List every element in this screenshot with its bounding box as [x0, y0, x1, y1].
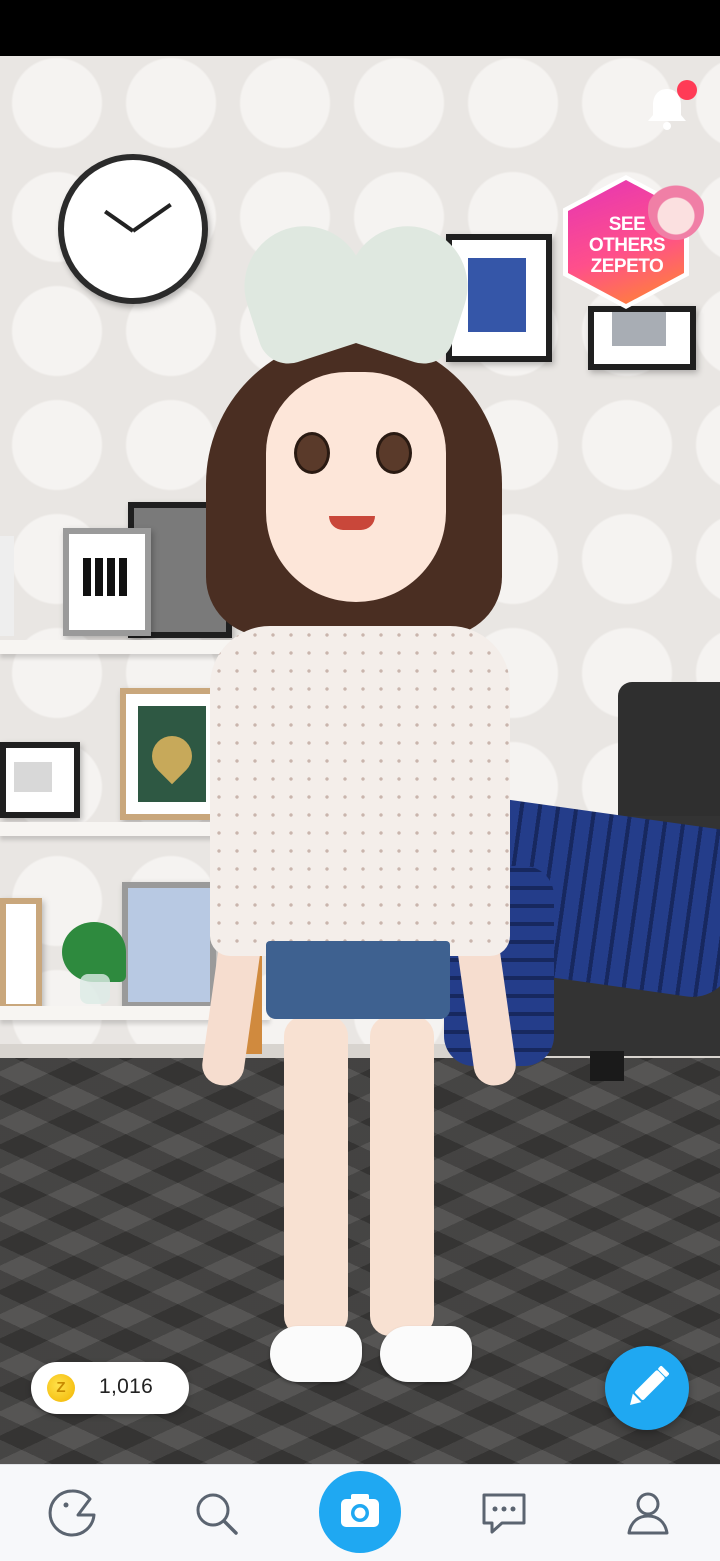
monstera-leaf-art — [143, 727, 201, 785]
clock-hour-hand — [104, 209, 135, 233]
avatar-mouth — [329, 516, 375, 530]
eiffel-photo — [14, 762, 52, 792]
avatar-leg-left — [284, 1016, 348, 1336]
coin-balance-pill[interactable]: Z 1,016 — [31, 1362, 189, 1414]
see-others-line-3: ZEPETO — [590, 256, 664, 277]
avatar-blouse — [210, 626, 510, 956]
wall-clock — [58, 154, 208, 304]
see-others-zepeto-button[interactable]: SEE OTHERS ZEPETO — [563, 175, 708, 310]
sofa-leg — [590, 1051, 624, 1081]
candle — [0, 536, 14, 636]
nav-chat[interactable] — [476, 1485, 532, 1541]
landscape-frame — [0, 898, 42, 1010]
camera-icon — [341, 1494, 379, 1527]
nav-search[interactable] — [188, 1485, 244, 1541]
avatar-eye-left — [294, 432, 330, 474]
clock-minute-hand — [131, 202, 172, 233]
nav-camera[interactable] — [319, 1471, 401, 1553]
eiffel-photo-frame — [0, 742, 80, 818]
avatar-leg-right — [370, 1016, 434, 1336]
profile-icon — [627, 1492, 669, 1535]
pencil-icon — [630, 1365, 670, 1405]
avatar-denim-shorts — [266, 941, 450, 1019]
status-bar — [0, 0, 720, 56]
edit-avatar-button[interactable] — [605, 1346, 689, 1430]
nav-home[interactable] — [44, 1485, 100, 1541]
diamond-print-frame — [63, 528, 151, 636]
notification-unread-dot — [677, 80, 697, 100]
wall-frame-grey — [588, 306, 696, 370]
coin-balance-value: 1,016 — [99, 1375, 154, 1398]
zem-coin-icon: Z — [47, 1374, 75, 1402]
plant-leaves — [62, 922, 126, 982]
bottom-navigation — [0, 1464, 720, 1561]
avatar-shoe-left — [270, 1326, 362, 1382]
avatar-shoe-right — [380, 1326, 472, 1382]
avatar-face — [266, 372, 446, 602]
avatar-character[interactable] — [196, 210, 526, 1396]
diamond-print — [83, 558, 131, 596]
zepeto-home-icon — [48, 1489, 96, 1537]
mini-avatar-icon — [648, 180, 704, 240]
grey-art — [612, 312, 666, 346]
avatar-eye-right — [376, 432, 412, 474]
nav-profile[interactable] — [620, 1485, 676, 1541]
chat-bubble-icon — [482, 1493, 526, 1534]
search-icon — [196, 1493, 238, 1535]
plant-vase — [80, 974, 110, 1004]
